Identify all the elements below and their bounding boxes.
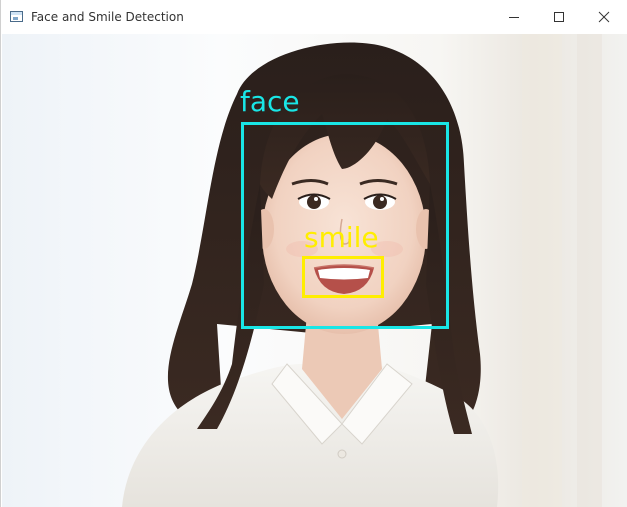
smile-detection-box xyxy=(302,256,384,298)
app-window: Face and Smile Detection face smile xyxy=(0,0,627,507)
smile-detection-label: smile xyxy=(304,221,379,254)
face-detection-label: face xyxy=(240,85,300,118)
title-bar[interactable]: Face and Smile Detection xyxy=(1,0,627,34)
window-title: Face and Smile Detection xyxy=(31,10,184,24)
minimize-button[interactable] xyxy=(491,0,537,34)
maximize-icon xyxy=(554,12,564,22)
close-button[interactable] xyxy=(581,0,627,34)
image-view: face smile xyxy=(2,34,627,507)
close-icon xyxy=(598,11,610,23)
minimize-icon xyxy=(509,17,519,18)
app-window-icon xyxy=(10,11,23,22)
maximize-button[interactable] xyxy=(536,0,582,34)
